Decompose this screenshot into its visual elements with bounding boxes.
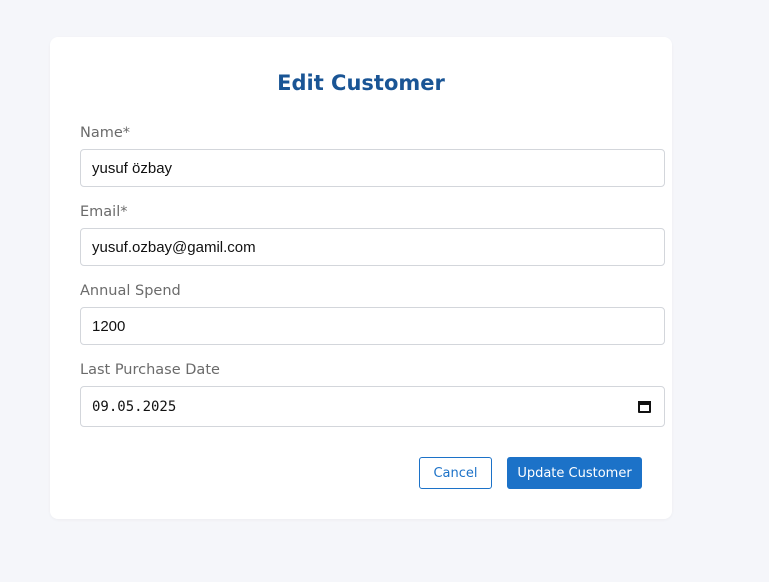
name-label: Name* <box>80 125 131 141</box>
email-input[interactable]: yusuf.ozbay@gamil.com <box>80 228 665 266</box>
cancel-button[interactable]: Cancel <box>419 457 492 489</box>
annual-spend-input-value: 1200 <box>92 317 126 335</box>
last-purchase-date-value: 09.05.2025 <box>92 398 177 415</box>
email-label: Email* <box>80 204 128 220</box>
last-purchase-date-input[interactable]: 09.05.2025 <box>80 386 665 427</box>
calendar-icon[interactable] <box>638 400 651 413</box>
name-input-value: yusuf özbay <box>92 159 173 177</box>
email-input-value: yusuf.ozbay@gamil.com <box>92 238 256 256</box>
last-purchase-date-label: Last Purchase Date <box>80 362 220 378</box>
edit-customer-card: Edit Customer Name* yusuf özbay Email* y… <box>50 37 672 519</box>
annual-spend-input[interactable]: 1200 <box>80 307 665 345</box>
update-customer-button[interactable]: Update Customer <box>507 457 642 489</box>
annual-spend-label: Annual Spend <box>80 283 181 299</box>
name-input[interactable]: yusuf özbay <box>80 149 665 187</box>
form-title: Edit Customer <box>277 71 445 95</box>
